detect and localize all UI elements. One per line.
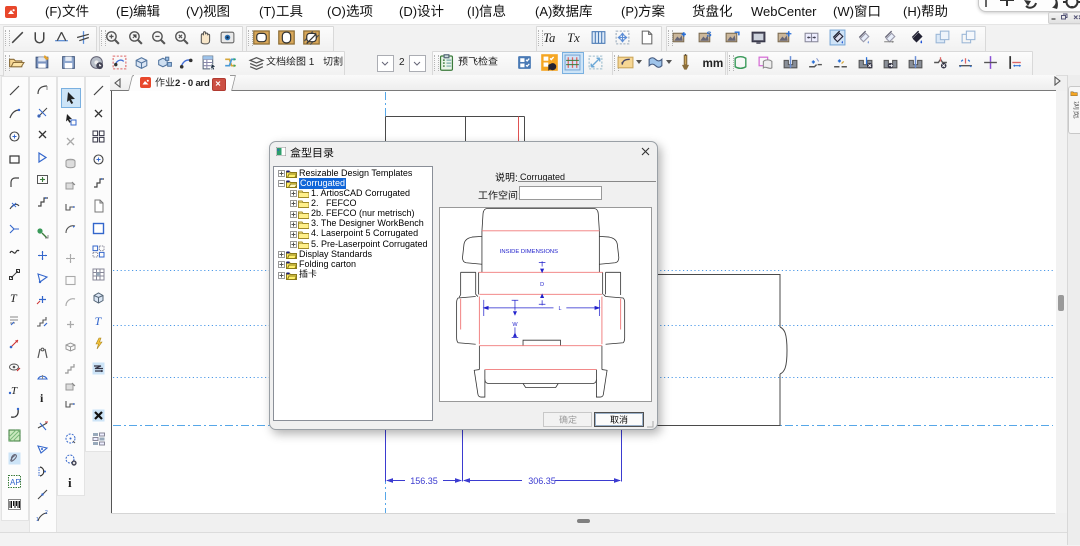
svg-text:1: 1 xyxy=(36,517,39,523)
svg-text:i: i xyxy=(68,475,72,489)
svg-text:S: S xyxy=(707,29,712,38)
svg-text:2: 2 xyxy=(45,510,48,516)
svg-text:306.35: 306.35 xyxy=(528,476,556,486)
svg-text:T: T xyxy=(11,385,18,397)
svg-text:D: D xyxy=(540,282,544,288)
svg-text:AP: AP xyxy=(10,478,21,487)
svg-text:Tx: Tx xyxy=(567,31,580,45)
svg-text:i: i xyxy=(40,391,44,405)
svg-text:INSIDE DIMENSIONS: INSIDE DIMENSIONS xyxy=(500,249,558,255)
svg-text:156.35: 156.35 xyxy=(410,476,438,486)
svg-text:L: L xyxy=(559,306,562,312)
svg-text:T: T xyxy=(10,291,18,305)
svg-text:mm: mm xyxy=(703,57,724,70)
svg-text:T: T xyxy=(94,314,102,328)
svg-text:W: W xyxy=(512,322,518,328)
svg-text:Ta: Ta xyxy=(543,31,555,45)
